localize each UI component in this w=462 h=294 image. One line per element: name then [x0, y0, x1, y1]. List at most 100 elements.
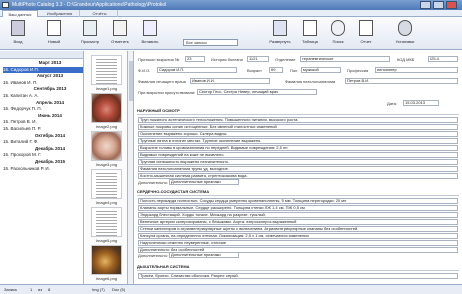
minimize-button[interactable] [420, 1, 431, 9]
doctor-field[interactable]: Иванов И.И. [190, 78, 270, 84]
list-item[interactable]: 15. Иванов И. П. [3, 80, 83, 86]
view-icon [83, 20, 97, 36]
tab-data[interactable]: Ваш данных [2, 10, 38, 17]
finding-line[interactable]: Трупные пятна в отлогих местах. Трупное … [138, 138, 458, 144]
table-label: Таблица [302, 39, 318, 44]
doc-line [96, 179, 117, 180]
list-item[interactable]: 15. Сидоров И.П. [3, 66, 83, 73]
finding-line[interactable]: Надпочечники отменно неуверенные, отличи… [138, 240, 458, 246]
settings-label: Установки [395, 39, 415, 44]
finding-line[interactable]: Окоченение выражено хорошо. Склера видны… [138, 131, 458, 137]
list-item[interactable]: 15. Виталий Г. Ф. [3, 139, 83, 145]
list-item[interactable]: 15. Прохоров М. Г. [3, 152, 83, 158]
title-bar: MultiPhoto Catalog 3.3 - D:\Grandeur\App… [0, 0, 462, 10]
tab-reports[interactable]: Отчёты [82, 10, 118, 17]
finding-line[interactable]: Клапаны аорты нормальные. Сердце расшире… [138, 205, 458, 211]
expand-button[interactable]: Развернуть [269, 20, 291, 46]
doc-line [96, 74, 117, 75]
finding-line[interactable]: Венечные артерии склерозированы, с бляшк… [138, 219, 458, 225]
list-month-header: Апрель 2014 [35, 99, 65, 105]
finding-line[interactable]: Вскрытие головы в кровоизлияния по перед… [138, 145, 458, 151]
thumbnail-panel: Image1.png Image2.png Image3.png Image4.png… [85, 51, 128, 284]
icd-field[interactable]: I25.4 [428, 56, 458, 62]
department-field[interactable]: терапевтическое [300, 56, 390, 62]
maximize-button[interactable] [433, 1, 444, 9]
mark-button[interactable]: Отметить [110, 20, 130, 46]
thumbnail-image[interactable] [91, 131, 122, 161]
list-item[interactable]: 15. Капитан А. А. [3, 93, 83, 99]
doc-line [96, 80, 117, 81]
finding-line[interactable]: Фамилия патологоанатома трупы уд. выходн… [138, 166, 458, 172]
thumbnail-scrollbar[interactable] [128, 51, 134, 284]
finding-line[interactable]: Труп пожилого астенического телосложения… [138, 117, 458, 123]
section-external-exam: НАРУЖНЫЙ ОСМОТР [137, 108, 180, 113]
search-label: Поиск [332, 39, 344, 44]
thumbnail-image[interactable] [91, 93, 122, 123]
docs-count[interactable]: Doc (5) [112, 285, 125, 294]
record-count: 8 [48, 287, 51, 292]
doc-line [96, 176, 117, 177]
search-button[interactable]: Поиск [328, 20, 348, 46]
doc-line [96, 214, 117, 215]
doc-line [96, 226, 117, 227]
fio-field[interactable]: Сидоров И.П. [157, 67, 237, 73]
tab-images[interactable]: Изображения [40, 10, 80, 17]
section-divider [137, 114, 459, 115]
table-icon [303, 20, 317, 36]
attendees-field[interactable]: Сектор Гесс, Сестра Невер, лечащий врач [197, 89, 317, 95]
pathologist-field[interactable]: Петров В.И. [345, 78, 458, 84]
thumbnail-image[interactable] [91, 207, 122, 237]
thumbnail-image[interactable] [91, 245, 122, 275]
age-field[interactable]: 69 [269, 67, 283, 73]
section-respiratory: ДЫХАТЕЛЬНАЯ СИСТЕМА [137, 264, 190, 269]
vhod-button[interactable]: Вход [8, 20, 28, 46]
profession-field[interactable]: пенсионер [375, 67, 458, 73]
finding-line[interactable]: Стенки капилляров и атриовентрикулярные … [138, 226, 458, 232]
list-month-header: Декабрь 2015 [34, 159, 66, 164]
history-label: История болезни [211, 57, 243, 62]
extra1-field[interactable]: Дополнительные признаки [169, 179, 239, 185]
finding-line[interactable]: Трупная синюшность выражено незначительн… [138, 159, 458, 165]
finding-line[interactable]: Полость перикарда полностью, Сосуды серд… [138, 198, 458, 204]
images-count[interactable]: Img (7) [92, 285, 105, 294]
doc-line [96, 71, 117, 72]
insert-button[interactable]: Вставить [140, 20, 160, 46]
finding-line[interactable]: Видимых повреждений на коже не выявлено. [138, 152, 458, 158]
insert-icon [143, 20, 157, 36]
thumbnail-caption: Image2.png [95, 124, 118, 129]
record-of-label: из [38, 287, 43, 292]
history-field[interactable]: 1121 [247, 56, 269, 62]
close-button[interactable] [446, 1, 457, 9]
settings-button[interactable]: Установки [395, 20, 415, 46]
protocol-number-field[interactable]: 23 [185, 56, 205, 62]
thumbnail-image[interactable] [91, 55, 122, 85]
finding-line[interactable]: Капсула органа, на определенно отечная. … [138, 233, 458, 239]
list-item[interactable]: 15. Федорчук П. П. [3, 106, 83, 112]
status-bar: Запись 1 из 8 Img (7) Doc (5) [0, 284, 462, 294]
sex-field[interactable]: мужской [301, 67, 341, 73]
table-button[interactable]: Таблица [300, 20, 320, 46]
section-divider [137, 195, 459, 196]
report-button[interactable]: Отчет [356, 20, 376, 46]
doc-line [96, 232, 117, 233]
doc-line [96, 223, 117, 224]
date-field[interactable]: 15.03.2013 [403, 100, 439, 106]
pathologist-label: Фамилия патологоанатома [285, 79, 336, 84]
list-item[interactable]: 15. Раскольников Р. И. [3, 166, 83, 172]
list-item[interactable]: 15. Петров В. И. [3, 119, 83, 125]
finding-line[interactable]: Трахеи, бронхи. Слизистая оболочка. Разр… [138, 273, 458, 279]
extra2-field[interactable]: Дополнительные признаки [169, 252, 239, 258]
new-button[interactable]: Новый [44, 20, 64, 46]
doc-line [96, 59, 117, 60]
finding-line[interactable]: Кожные покровы синие истощенные. Без явл… [138, 124, 458, 130]
finding-line[interactable]: Эндокард блестящий. Хорды тонкие. Миокар… [138, 212, 458, 218]
expand-label: Развернуть [269, 39, 291, 44]
list-item[interactable]: 15. Васильев П. Р. [3, 126, 83, 132]
thumbnail-image[interactable] [91, 169, 122, 199]
scrollbar-thumb[interactable] [129, 61, 133, 101]
age-label: Возраст [247, 68, 262, 73]
view-button[interactable]: Просмотр [80, 20, 100, 46]
doc-line [96, 68, 117, 69]
doc-line [96, 173, 117, 174]
filter-combo[interactable]: Все записи [183, 39, 238, 46]
